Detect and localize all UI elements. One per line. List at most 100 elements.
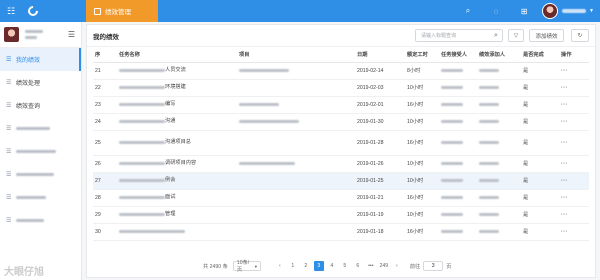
task-name-blurred xyxy=(119,179,165,182)
refresh-button[interactable]: ↻ xyxy=(571,29,589,42)
table-row[interactable]: 30 2019-01-18 16小时 是 ··· xyxy=(93,223,589,241)
action-cell: ··· xyxy=(559,79,589,97)
sidebar-item[interactable]: ☰ xyxy=(0,117,81,140)
table-row[interactable]: 22 环境搭建 2019-02-03 10小时 是 ··· xyxy=(93,79,589,97)
sidebar-item[interactable]: ☰ xyxy=(0,209,81,232)
app-tab-performance[interactable]: 绩效管理 xyxy=(86,0,158,22)
task-name-blurred xyxy=(119,196,165,199)
date-cell: 2019-01-28 xyxy=(355,130,405,156)
sidebar-toggle-icon[interactable]: ☰ xyxy=(68,30,75,39)
hours-cell: 8小时 xyxy=(405,62,439,80)
task-name: 例会 xyxy=(165,177,176,183)
project-cell xyxy=(237,155,355,173)
chevron-down-icon: ▼ xyxy=(253,263,258,269)
table-row[interactable]: 24 沟通 2019-01-30 10小时 是 ··· xyxy=(93,113,589,131)
page-number-button[interactable]: 3 xyxy=(313,261,324,271)
list-icon: ☰ xyxy=(6,80,12,86)
done-cell: 是 xyxy=(521,96,559,114)
table-row[interactable]: 28 面试 2019-01-21 16小时 是 ··· xyxy=(93,189,589,207)
row-index: 29 xyxy=(93,206,117,224)
page-number-button[interactable]: 6 xyxy=(353,261,363,271)
assignee-cell xyxy=(439,130,477,156)
more-actions-icon[interactable]: ··· xyxy=(561,229,568,235)
page-number-button[interactable]: 4 xyxy=(327,261,337,271)
project-cell xyxy=(237,113,355,131)
page-number-button[interactable]: 2 xyxy=(301,261,311,271)
page-number-button[interactable]: 5 xyxy=(340,261,350,271)
table-row[interactable]: 21 人员交流 2019-02-14 8小时 是 ··· xyxy=(93,62,589,80)
adder-blurred xyxy=(479,85,499,89)
user-menu[interactable]: ▼ xyxy=(538,0,600,22)
more-actions-icon[interactable]: ··· xyxy=(561,178,568,184)
task-name-cell: 管理 xyxy=(117,206,237,224)
sidebar-item[interactable]: ☰ xyxy=(0,163,81,186)
done-cell: 是 xyxy=(521,130,559,156)
sidebar-item[interactable]: ☰ 我的绩效 xyxy=(0,48,81,71)
table-row[interactable]: 25 沟通项目总 2019-01-28 16小时 是 ··· xyxy=(93,130,589,156)
table-header-cell: 额定工时 xyxy=(405,47,439,63)
adder-cell xyxy=(477,223,521,241)
search-icon[interactable]: ⌕ xyxy=(490,32,502,40)
table-row[interactable]: 23 编写 2019-02-01 16小时 是 ··· xyxy=(93,96,589,114)
table-header-cell: 是否完成 xyxy=(521,47,559,63)
adder-cell xyxy=(477,155,521,173)
task-name: 环境搭建 xyxy=(165,84,186,90)
table-row[interactable]: 27 例会 2019-01-25 10小时 是 ··· xyxy=(93,172,589,190)
more-actions-icon[interactable]: ··· xyxy=(561,140,568,146)
search-icon[interactable]: ⌕ xyxy=(454,6,482,16)
more-actions-icon[interactable]: ··· xyxy=(561,161,568,167)
page-ellipsis[interactable]: ••• xyxy=(366,261,376,271)
page-number-button[interactable]: 249 xyxy=(379,261,389,271)
done-cell: 是 xyxy=(521,206,559,224)
app-logo-icon[interactable] xyxy=(22,0,44,22)
more-actions-icon[interactable]: ··· xyxy=(561,212,568,218)
date-cell: 2019-01-30 xyxy=(355,113,405,131)
more-actions-icon[interactable]: ··· xyxy=(561,119,568,125)
search-input[interactable]: 请输入标题查询 ⌕ xyxy=(415,29,503,42)
adder-blurred xyxy=(479,140,499,144)
row-index: 25 xyxy=(93,130,117,156)
search-placeholder: 请输入标题查询 xyxy=(421,33,457,39)
sidebar-item[interactable]: ☰ xyxy=(0,140,81,163)
more-actions-icon[interactable]: ··· xyxy=(561,102,568,108)
main-header: 我的绩效 请输入标题查询 ⌕ ▽ 添加绩效 ↻ xyxy=(87,25,595,47)
adder-cell xyxy=(477,62,521,80)
goto-label: 前往 xyxy=(409,263,421,270)
done-cell: 是 xyxy=(521,223,559,241)
more-actions-icon[interactable]: ··· xyxy=(561,195,568,201)
done-cell: 是 xyxy=(521,79,559,97)
assignee-blurred xyxy=(441,85,463,89)
action-cell: ··· xyxy=(559,62,589,80)
table-row[interactable]: 26 调研项目内容 2019-01-26 10小时 是 ··· xyxy=(93,155,589,173)
windows-icon[interactable]: ⊞ xyxy=(510,7,538,16)
grid-menu-icon[interactable]: ☷ xyxy=(0,0,22,22)
sidebar-item-label: 绩效查询 xyxy=(16,104,41,110)
table-header-cell: 绩效添加人 xyxy=(477,47,521,63)
project-cell xyxy=(237,189,355,207)
task-name-cell: 沟通 xyxy=(117,113,237,131)
date-cell: 2019-01-26 xyxy=(355,155,405,173)
adder-blurred xyxy=(479,229,499,233)
table-row[interactable]: 29 管理 2019-01-19 10小时 是 ··· xyxy=(93,206,589,224)
task-name-blurred xyxy=(119,86,165,89)
prev-page-button[interactable]: ‹ xyxy=(275,261,285,271)
more-actions-icon[interactable]: ··· xyxy=(561,68,568,74)
more-actions-icon[interactable]: ··· xyxy=(561,85,568,91)
task-name-blurred xyxy=(119,141,165,144)
sidebar-item[interactable]: ☰ 绩效查询 xyxy=(0,94,81,117)
next-page-button[interactable]: › xyxy=(392,261,402,271)
row-index: 28 xyxy=(93,189,117,207)
hours-cell: 16小时 xyxy=(405,96,439,114)
sidebar-item[interactable]: ☰ 绩效处理 xyxy=(0,71,81,94)
add-performance-button[interactable]: 添加绩效 xyxy=(529,29,564,42)
project-cell xyxy=(237,172,355,190)
message-icon[interactable]: ◌ xyxy=(482,7,510,16)
page-size-select[interactable]: 10条/页 ▼ xyxy=(232,260,261,273)
page-number-button[interactable]: 1 xyxy=(288,261,298,271)
filter-button[interactable]: ▽ xyxy=(508,29,524,42)
table-header-cell: 序 xyxy=(93,47,117,63)
sidebar-item[interactable]: ☰ xyxy=(0,186,81,209)
goto-page-input[interactable]: 3 xyxy=(423,261,444,271)
sidebar-item-label-blurred xyxy=(16,150,56,153)
assignee-blurred xyxy=(441,119,463,123)
